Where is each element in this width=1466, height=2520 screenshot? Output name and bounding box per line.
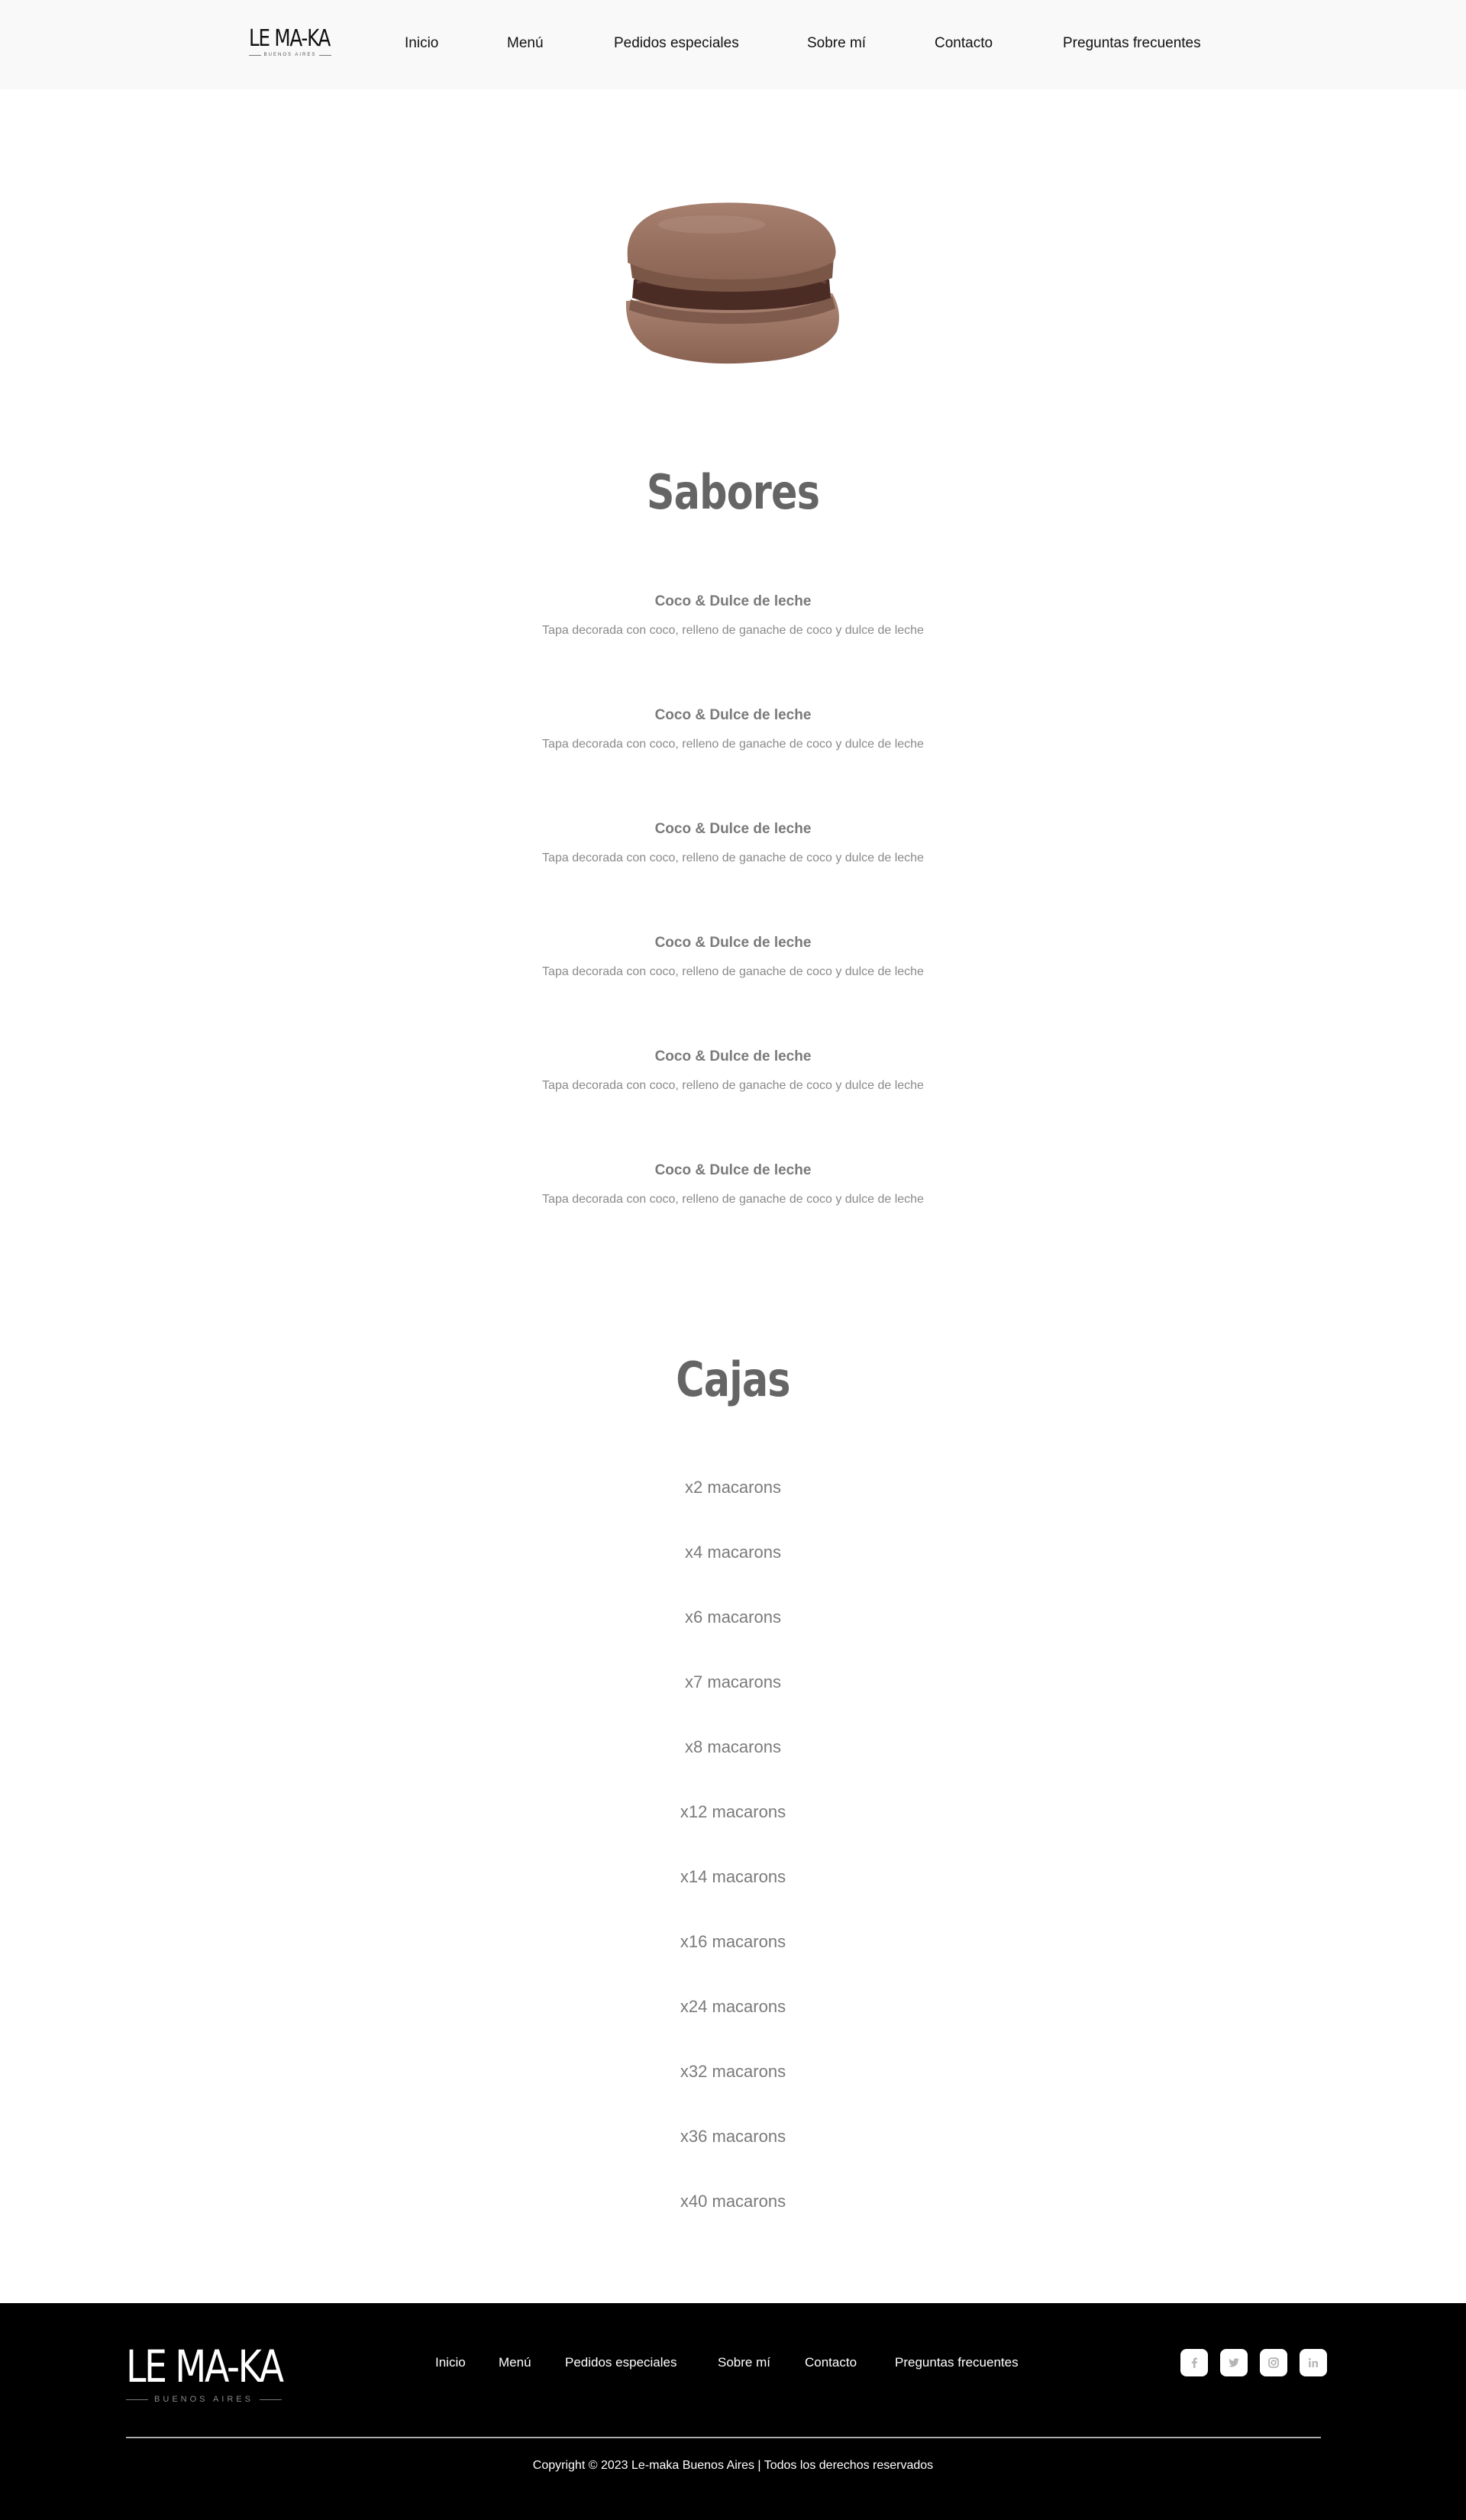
box-option: x12 macarons bbox=[680, 1802, 786, 1821]
box-option: x36 macarons bbox=[680, 2127, 786, 2146]
box-option: x7 macarons bbox=[685, 1672, 781, 1691]
flavor-item: Coco & Dulce de leche Tapa decorada con … bbox=[0, 1047, 1466, 1094]
flavor-name: Coco & Dulce de leche bbox=[654, 1048, 812, 1065]
nav-link-sobre-mi[interactable]: Sobre mí bbox=[807, 34, 866, 53]
box-option: x14 macarons bbox=[680, 1867, 786, 1886]
logo-wordmark: LE MA-KA bbox=[249, 25, 331, 52]
box-option: x4 macarons bbox=[685, 1543, 781, 1562]
box-option: x24 macarons bbox=[680, 1997, 786, 2016]
flavor-item: Coco & Dulce de leche Tapa decorada con … bbox=[0, 933, 1466, 981]
nav-link-contacto[interactable]: Contacto bbox=[935, 34, 993, 53]
logo-wordmark: LE MA-KA bbox=[126, 2341, 284, 2392]
nav-link-inicio[interactable]: Inicio bbox=[405, 34, 438, 53]
flavor-item: Coco & Dulce de leche Tapa decorada con … bbox=[0, 592, 1466, 639]
flavor-name: Coco & Dulce de leche bbox=[654, 935, 812, 951]
logo-tagline: BUENOS AIRES bbox=[126, 2395, 283, 2404]
box-option: x2 macarons bbox=[685, 1478, 781, 1497]
flavor-description: Tapa decorada con coco, relleno de ganac… bbox=[542, 851, 924, 864]
footer-link-inicio[interactable]: Inicio bbox=[435, 2354, 466, 2372]
box-option: x40 macarons bbox=[680, 2192, 786, 2211]
facebook-icon[interactable] bbox=[1180, 2349, 1208, 2376]
footer-link-pedidos-especiales[interactable]: Pedidos especiales bbox=[565, 2354, 676, 2372]
twitter-icon[interactable] bbox=[1220, 2349, 1248, 2376]
flavor-name: Coco & Dulce de leche bbox=[654, 1162, 812, 1178]
nav-link-menu[interactable]: Menú bbox=[507, 34, 544, 53]
footer-link-sobre-mi[interactable]: Sobre mí bbox=[718, 2354, 770, 2372]
footer-link-menu[interactable]: Menú bbox=[499, 2354, 531, 2372]
linkedin-icon[interactable] bbox=[1300, 2349, 1327, 2376]
macaron-image bbox=[625, 202, 839, 364]
flavor-item: Coco & Dulce de leche Tapa decorada con … bbox=[0, 819, 1466, 867]
site-header: LE MA-KA BUENOS AIRES Inicio Menú Pedido… bbox=[0, 0, 1466, 89]
logo-tagline: BUENOS AIRES bbox=[249, 53, 331, 57]
copyright-text: Copyright © 2023 Le-maka Buenos Aires | … bbox=[532, 2459, 934, 2472]
footer-link-preguntas-frecuentes[interactable]: Preguntas frecuentes bbox=[895, 2354, 1019, 2372]
flavor-description: Tapa decorada con coco, relleno de ganac… bbox=[542, 965, 924, 978]
sabores-title: Sabores bbox=[646, 464, 820, 520]
nav-link-pedidos-especiales[interactable]: Pedidos especiales bbox=[614, 34, 739, 53]
box-option: x32 macarons bbox=[680, 2062, 786, 2081]
flavor-item: Coco & Dulce de leche Tapa decorada con … bbox=[0, 1161, 1466, 1208]
site-logo[interactable]: LE MA-KA BUENOS AIRES bbox=[249, 26, 333, 60]
flavor-description: Tapa decorada con coco, relleno de ganac… bbox=[542, 738, 924, 751]
cajas-title: Cajas bbox=[676, 1352, 790, 1407]
flavor-name: Coco & Dulce de leche bbox=[654, 707, 812, 723]
footer-link-contacto[interactable]: Contacto bbox=[805, 2354, 857, 2372]
flavor-description: Tapa decorada con coco, relleno de ganac… bbox=[542, 1079, 924, 1092]
footer-logo[interactable]: LE MA-KA BUENOS AIRES bbox=[126, 2343, 286, 2405]
flavor-description: Tapa decorada con coco, relleno de ganac… bbox=[542, 1193, 924, 1206]
nav-link-preguntas-frecuentes[interactable]: Preguntas frecuentes bbox=[1063, 34, 1201, 53]
flavor-name: Coco & Dulce de leche bbox=[654, 593, 812, 609]
box-option: x6 macarons bbox=[685, 1607, 781, 1627]
flavor-description: Tapa decorada con coco, relleno de ganac… bbox=[542, 624, 924, 637]
flavor-item: Coco & Dulce de leche Tapa decorada con … bbox=[0, 706, 1466, 753]
site-footer: LE MA-KA BUENOS AIRES bbox=[0, 2303, 1466, 2520]
box-option: x8 macarons bbox=[685, 1737, 781, 1756]
instagram-icon[interactable] bbox=[1260, 2349, 1287, 2376]
footer-divider bbox=[126, 2437, 1321, 2438]
flavor-name: Coco & Dulce de leche bbox=[654, 821, 812, 837]
box-option: x16 macarons bbox=[680, 1932, 786, 1951]
